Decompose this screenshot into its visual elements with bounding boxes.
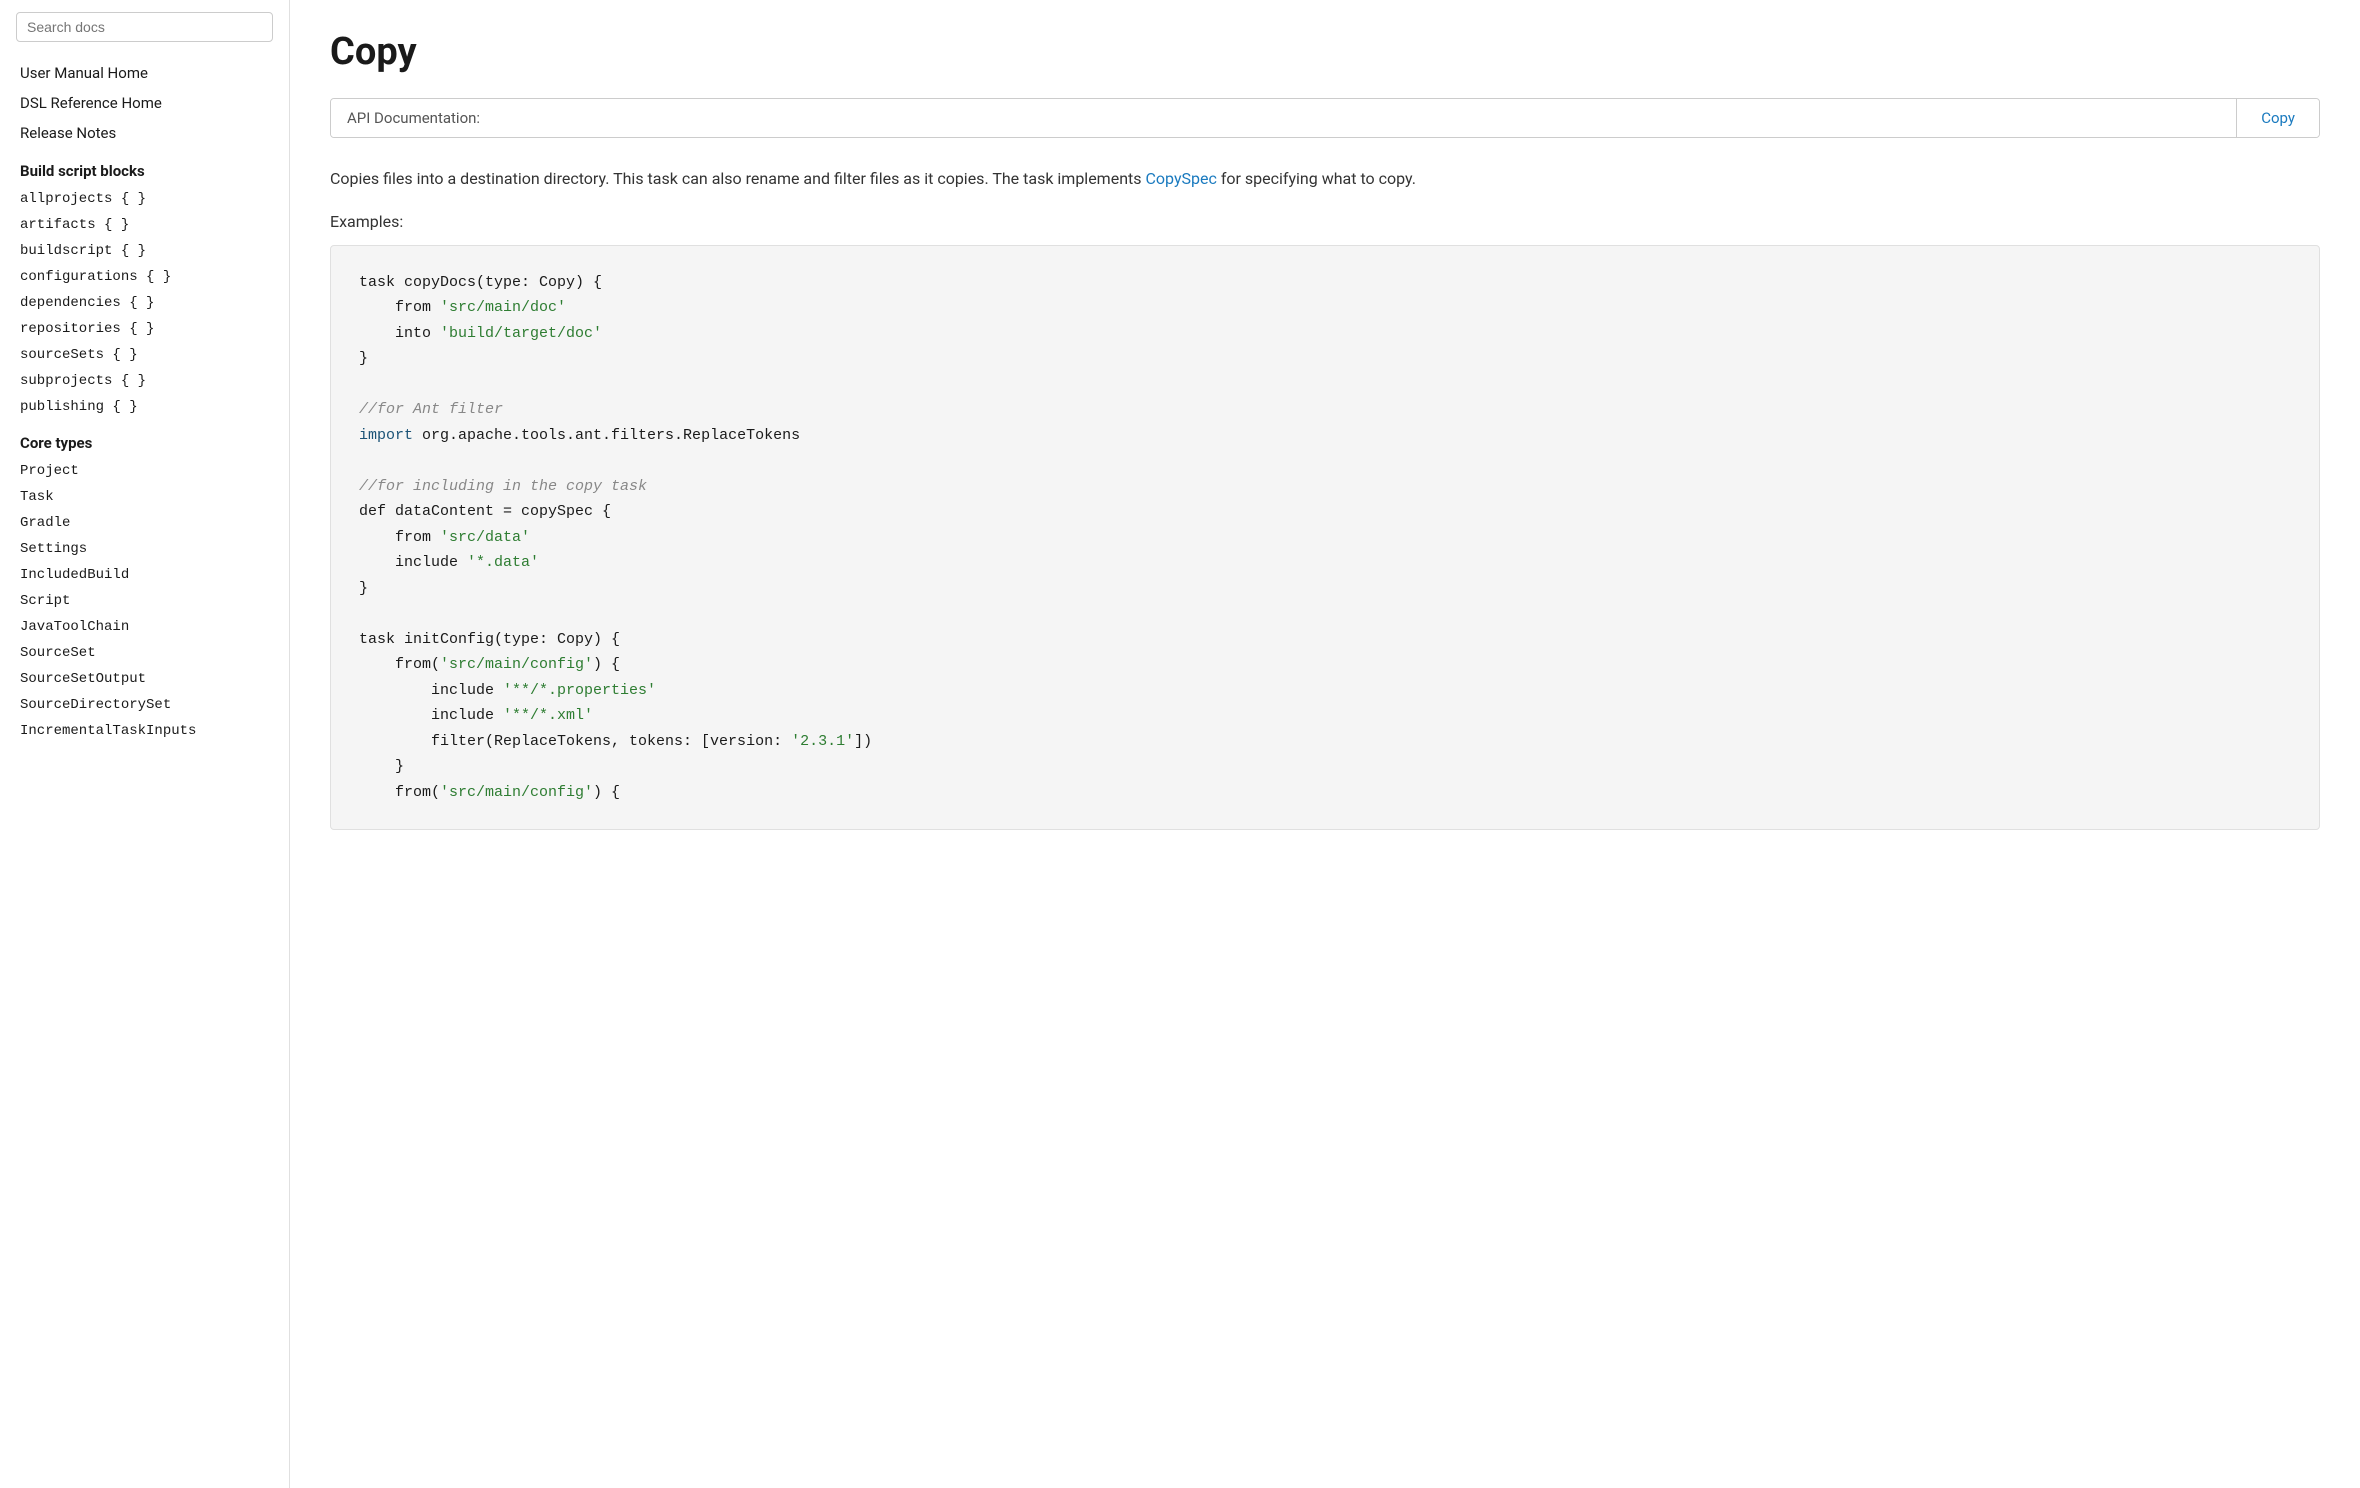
page-title: Copy	[330, 30, 2320, 74]
sidebar-item-sourceset[interactable]: SourceSet	[0, 640, 289, 666]
code-block: task copyDocs(type: Copy) { from 'src/ma…	[330, 245, 2320, 831]
main-content: Copy API Documentation: Copy Copies file…	[290, 0, 2360, 1488]
sidebar-item-project[interactable]: Project	[0, 458, 289, 484]
code-line-1: task copyDocs(type: Copy) {	[359, 270, 2291, 296]
sidebar-item-includedbuild[interactable]: IncludedBuild	[0, 562, 289, 588]
code-line-13: from('src/main/config') {	[359, 652, 2291, 678]
code-line-blank-1	[359, 372, 2291, 398]
code-line-16: filter(ReplaceTokens, tokens: [version: …	[359, 729, 2291, 755]
sidebar-item-script[interactable]: Script	[0, 588, 289, 614]
examples-label: Examples:	[330, 212, 2320, 231]
code-line-2: from 'src/main/doc'	[359, 295, 2291, 321]
sidebar-item-task[interactable]: Task	[0, 484, 289, 510]
api-doc-bar: API Documentation: Copy	[330, 98, 2320, 138]
code-line-11: }	[359, 576, 2291, 602]
code-line-10: include '*.data'	[359, 550, 2291, 576]
sidebar-item-subprojects[interactable]: subprojects { }	[0, 368, 289, 394]
search-container	[16, 12, 273, 42]
code-line-17: }	[359, 754, 2291, 780]
code-line-blank-3	[359, 601, 2291, 627]
description-text-after: for specifying what to copy.	[1221, 169, 1416, 188]
sidebar-item-user-manual-home[interactable]: User Manual Home	[0, 58, 289, 88]
sidebar-item-buildscript[interactable]: buildscript { }	[0, 238, 289, 264]
code-line-18: from('src/main/config') {	[359, 780, 2291, 806]
sidebar-item-artifacts[interactable]: artifacts { }	[0, 212, 289, 238]
sidebar-item-dsl-reference-home[interactable]: DSL Reference Home	[0, 88, 289, 118]
code-line-7: //for including in the copy task	[359, 474, 2291, 500]
sidebar-item-sourcedirectoryset[interactable]: SourceDirectorySet	[0, 692, 289, 718]
code-line-8: def dataContent = copySpec {	[359, 499, 2291, 525]
api-doc-link[interactable]: Copy	[2236, 99, 2319, 137]
sidebar-item-gradle[interactable]: Gradle	[0, 510, 289, 536]
description-paragraph: Copies files into a destination director…	[330, 166, 2320, 192]
api-doc-label: API Documentation:	[331, 99, 2236, 137]
sidebar-item-sourcesetoutput[interactable]: SourceSetOutput	[0, 666, 289, 692]
code-line-5: //for Ant filter	[359, 397, 2291, 423]
description-text-before: Copies files into a destination director…	[330, 169, 1142, 188]
sidebar-item-configurations[interactable]: configurations { }	[0, 264, 289, 290]
sidebar-item-publishing[interactable]: publishing { }	[0, 394, 289, 420]
code-line-6: import org.apache.tools.ant.filters.Repl…	[359, 423, 2291, 449]
sidebar-item-sourcesets[interactable]: sourceSets { }	[0, 342, 289, 368]
sidebar-item-allprojects[interactable]: allprojects { }	[0, 186, 289, 212]
sidebar: User Manual Home DSL Reference Home Rele…	[0, 0, 290, 1488]
section-title-core-types: Core types	[0, 420, 289, 458]
section-title-build-script-blocks: Build script blocks	[0, 148, 289, 186]
sidebar-item-dependencies[interactable]: dependencies { }	[0, 290, 289, 316]
code-line-15: include '**/*.xml'	[359, 703, 2291, 729]
sidebar-item-javatoolchain[interactable]: JavaToolChain	[0, 614, 289, 640]
code-line-9: from 'src/data'	[359, 525, 2291, 551]
code-line-4: }	[359, 346, 2291, 372]
sidebar-item-release-notes[interactable]: Release Notes	[0, 118, 289, 148]
sidebar-item-repositories[interactable]: repositories { }	[0, 316, 289, 342]
sidebar-item-settings[interactable]: Settings	[0, 536, 289, 562]
sidebar-item-incrementaltaskinputs[interactable]: IncrementalTaskInputs	[0, 718, 289, 744]
copy-spec-link[interactable]: CopySpec	[1146, 169, 1217, 188]
search-input[interactable]	[16, 12, 273, 42]
code-line-14: include '**/*.properties'	[359, 678, 2291, 704]
code-line-3: into 'build/target/doc'	[359, 321, 2291, 347]
code-line-12: task initConfig(type: Copy) {	[359, 627, 2291, 653]
code-line-blank-2	[359, 448, 2291, 474]
